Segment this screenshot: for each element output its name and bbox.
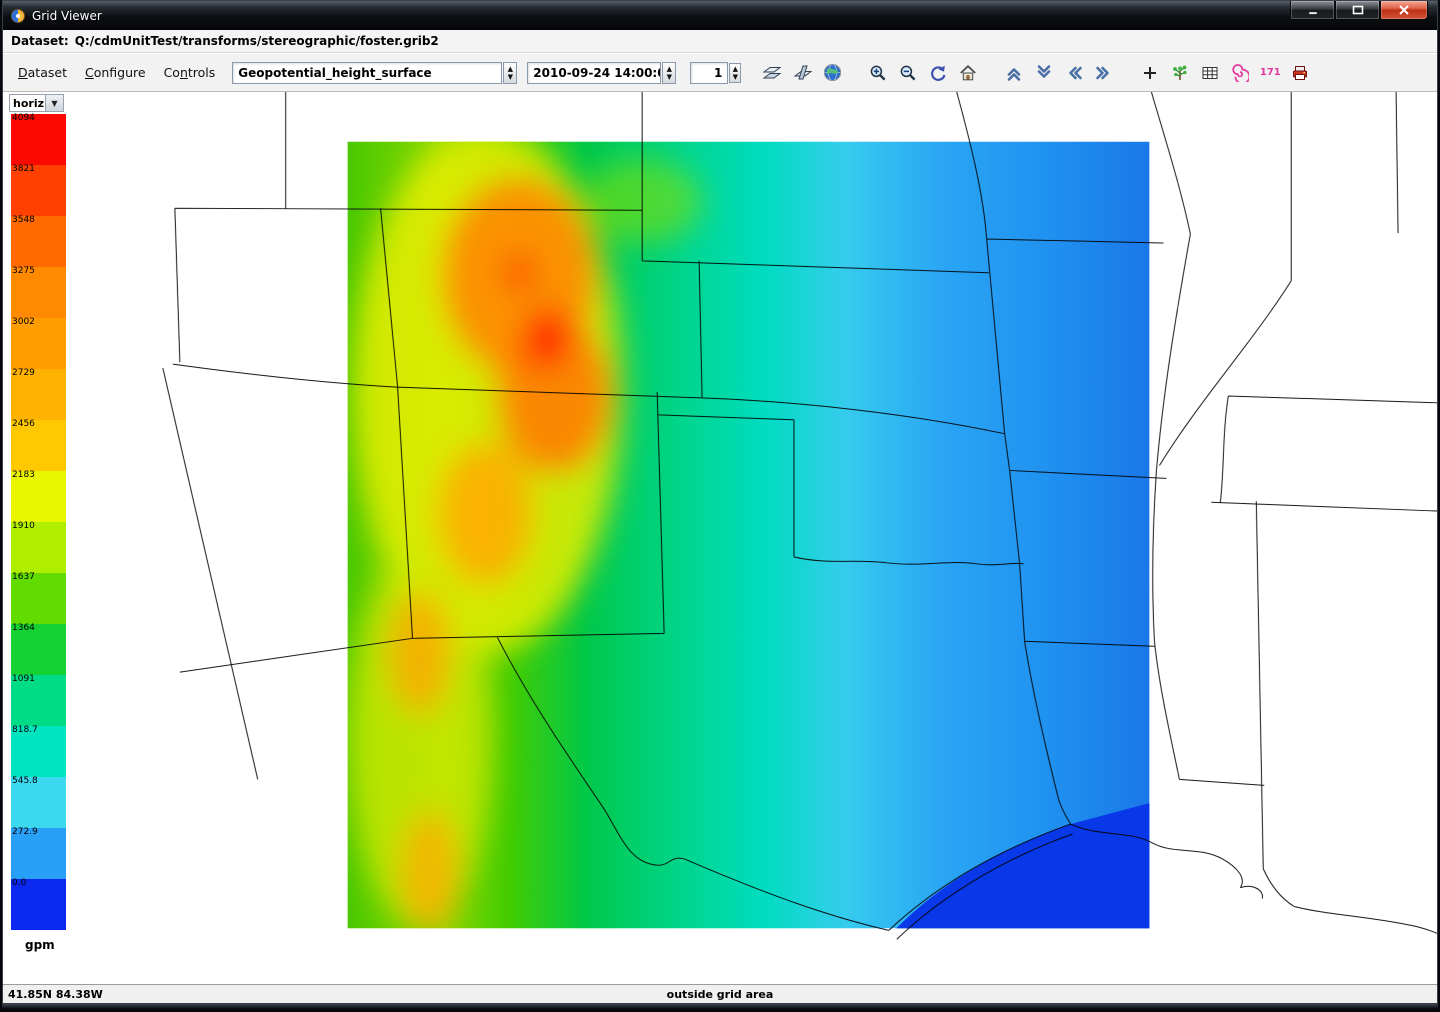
field-name-input[interactable]: Geopotential_height_surface: [232, 62, 502, 84]
colorscale-segment: 2729: [11, 369, 66, 420]
colorscale-segment: 1364: [11, 624, 66, 675]
app-icon: [10, 8, 26, 24]
window-frame-bottom: [2, 1004, 1438, 1012]
globe-icon[interactable]: [818, 59, 846, 87]
dataset-label: Dataset:: [11, 34, 69, 48]
zoom-in-icon[interactable]: [864, 59, 892, 87]
content-area: horiz ▼ 40943821354832753002272924562183…: [3, 92, 1437, 984]
colorscale-segment: 2183: [11, 471, 66, 522]
grid-table-icon[interactable]: [1196, 59, 1224, 87]
home-icon[interactable]: [954, 59, 982, 87]
dataset-bar: Dataset: Q:/cdmUnitTest/transforms/stere…: [3, 30, 1437, 53]
window-title: Grid Viewer: [32, 9, 102, 23]
dataset-path: Q:/cdmUnitTest/transforms/stereographic/…: [75, 34, 439, 48]
slice-stack-icon[interactable]: [788, 59, 816, 87]
colorscale-segment: 0.0: [11, 879, 66, 930]
field-spinner[interactable]: ▲▼: [503, 62, 517, 84]
close-button[interactable]: [1380, 1, 1428, 20]
colorscale-segment: 1091: [11, 675, 66, 726]
level-input[interactable]: 1: [690, 62, 728, 84]
colorscale-segment: 3821: [11, 165, 66, 216]
scale-orientation-value: horiz: [9, 94, 46, 112]
minimize-button[interactable]: [1290, 1, 1335, 20]
colorscale-segment: 1637: [11, 573, 66, 624]
plus-icon[interactable]: [1136, 59, 1164, 87]
menu-configure[interactable]: Configure: [76, 62, 155, 83]
colorscale-segment: 3548: [11, 216, 66, 267]
colorscale-segment: 3002: [11, 318, 66, 369]
colorbar: 4094382135483275300227292456218319101637…: [11, 114, 66, 930]
scale-orientation-select[interactable]: horiz ▼: [9, 94, 68, 112]
chevron-double-left-icon[interactable]: [1060, 59, 1088, 87]
colorscale-segment: 272.9: [11, 828, 66, 879]
time-input[interactable]: 2010-09-24 14:00:00Z: [527, 62, 661, 84]
maximize-button[interactable]: [1335, 1, 1380, 20]
undo-zoom-icon[interactable]: [924, 59, 952, 87]
print-icon[interactable]: [1286, 59, 1314, 87]
chevron-double-right-icon[interactable]: [1090, 59, 1118, 87]
chevron-down-icon[interactable]: ▼: [46, 94, 64, 112]
colorscale-segment: 3275: [11, 267, 66, 318]
menubar: DatasetConfigureControls: [9, 62, 224, 83]
chevron-double-down-icon[interactable]: [1030, 59, 1058, 87]
status-message: outside grid area: [3, 988, 1437, 1001]
grid-overlay: [348, 127, 1157, 939]
time-spinner[interactable]: ▲▼: [662, 62, 676, 84]
tree-icon[interactable]: [1166, 59, 1194, 87]
titlebar[interactable]: Grid Viewer: [3, 1, 1437, 30]
zoom-out-icon[interactable]: [894, 59, 922, 87]
colorscale-unit: gpm: [25, 938, 68, 952]
toolbar: DatasetConfigureControls Geopotential_he…: [3, 53, 1437, 92]
colorscale-segment: 4094: [11, 114, 66, 165]
status-bar: 41.85N 84.38W outside grid area: [3, 984, 1437, 1003]
colorscale-panel: horiz ▼ 40943821354832753002272924562183…: [3, 92, 68, 984]
colorscale-segment: 545.8: [11, 777, 66, 828]
menu-controls[interactable]: Controls: [155, 62, 225, 83]
slice-horizontal-icon[interactable]: [758, 59, 786, 87]
loop-badge[interactable]: 171: [1256, 59, 1284, 87]
swirl-icon[interactable]: [1226, 59, 1254, 87]
grid-viewer-window: Grid Viewer Dataset: Q:/cdmUnitTest/tran…: [2, 0, 1438, 1004]
colorscale-segment: 2456: [11, 420, 66, 471]
menu-dataset[interactable]: Dataset: [9, 62, 76, 83]
colorscale-segment: 818.7: [11, 726, 66, 777]
screen: Grid Viewer Dataset: Q:/cdmUnitTest/tran…: [0, 0, 1440, 1012]
level-spinner[interactable]: ▲▼: [729, 63, 741, 83]
chevron-double-up-icon[interactable]: [1000, 59, 1028, 87]
map-canvas[interactable]: [68, 92, 1437, 984]
colorscale-segment: 1910: [11, 522, 66, 573]
